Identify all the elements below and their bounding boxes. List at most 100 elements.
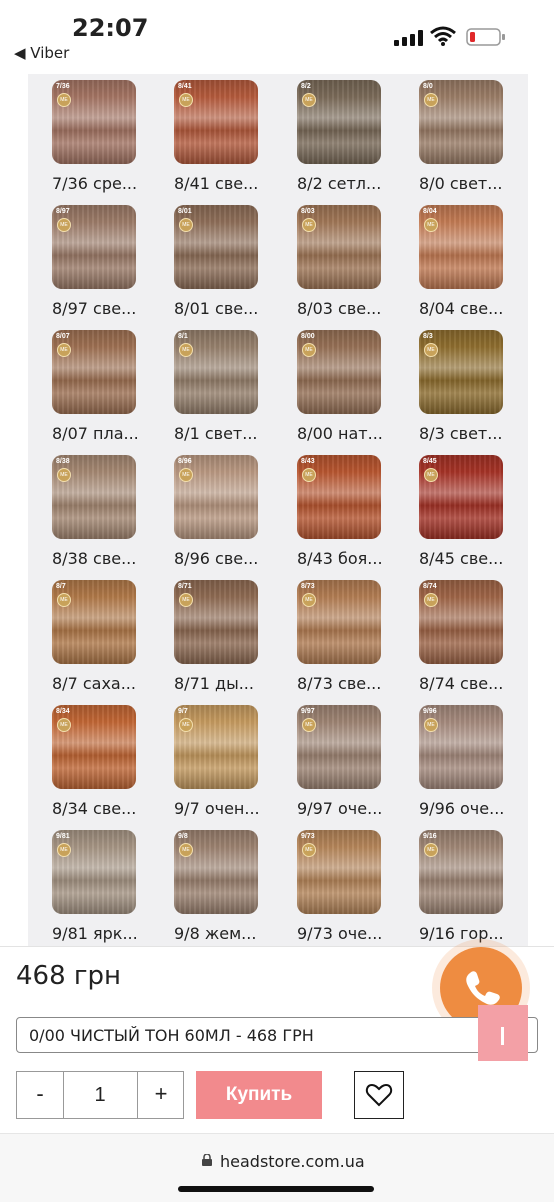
- shade-swatch-image[interactable]: 8/3 ME: [419, 330, 503, 414]
- shade-swatch-image[interactable]: 9/96 ME: [419, 705, 503, 789]
- shade-label[interactable]: 8/74 све...: [419, 674, 528, 693]
- shade-swatch-image[interactable]: 9/97 ME: [297, 705, 381, 789]
- shade-item[interactable]: 8/96 ME 8/96 све...: [150, 449, 260, 569]
- shade-label[interactable]: 8/0 свет...: [419, 174, 528, 193]
- shade-label[interactable]: 8/45 све...: [419, 549, 528, 568]
- shade-item[interactable]: 9/81 ME 9/81 ярк...: [28, 824, 138, 944]
- shade-item[interactable]: 9/7 ME 9/7 очен...: [150, 699, 260, 819]
- shade-label[interactable]: 8/41 све...: [174, 174, 286, 193]
- shade-label[interactable]: 8/00 нат...: [297, 424, 409, 443]
- quantity-input[interactable]: 1: [64, 1072, 136, 1118]
- shade-label[interactable]: 9/16 гор...: [419, 924, 528, 943]
- shade-swatch-image[interactable]: 8/07 ME: [52, 330, 136, 414]
- shade-label[interactable]: 7/36 сре...: [52, 174, 164, 193]
- shade-label[interactable]: 8/3 свет...: [419, 424, 528, 443]
- shade-swatch-image[interactable]: 8/0 ME: [419, 80, 503, 164]
- shade-item[interactable]: 9/97 ME 9/97 оче...: [273, 699, 383, 819]
- shade-swatch-image[interactable]: 8/38 ME: [52, 455, 136, 539]
- brand-badge-icon: ME: [57, 718, 71, 732]
- shade-label[interactable]: 8/71 ды...: [174, 674, 286, 693]
- back-to-viber-link[interactable]: ◀ Viber: [14, 44, 69, 62]
- shade-item[interactable]: 9/8 ME 9/8 жем...: [150, 824, 260, 944]
- wishlist-button[interactable]: [354, 1071, 404, 1119]
- shade-label[interactable]: 8/43 боя...: [297, 549, 409, 568]
- shade-item[interactable]: 8/97 ME 8/97 све...: [28, 199, 138, 319]
- shade-item[interactable]: 8/45 ME 8/45 све...: [395, 449, 505, 569]
- shade-item[interactable]: 8/34 ME 8/34 све...: [28, 699, 138, 819]
- shade-item[interactable]: 8/74 ME 8/74 све...: [395, 574, 505, 694]
- shade-swatch-image[interactable]: 8/41 ME: [174, 80, 258, 164]
- shade-item[interactable]: 8/0 ME 8/0 свет...: [395, 74, 505, 194]
- browser-address-bar[interactable]: headstore.com.ua: [0, 1133, 554, 1202]
- shade-label[interactable]: 8/7 саха...: [52, 674, 164, 693]
- shade-label[interactable]: 8/97 све...: [52, 299, 164, 318]
- shade-label[interactable]: 8/73 све...: [297, 674, 409, 693]
- shade-item[interactable]: 8/2 ME 8/2 сетл...: [273, 74, 383, 194]
- increase-quantity-button[interactable]: +: [137, 1072, 184, 1118]
- shade-label[interactable]: 8/96 све...: [174, 549, 286, 568]
- scroll-to-top-button[interactable]: [478, 1005, 528, 1061]
- shade-swatch-image[interactable]: 8/03 ME: [297, 205, 381, 289]
- shade-code-tag: 8/07: [56, 333, 70, 340]
- shade-item[interactable]: 8/04 ME 8/04 све...: [395, 199, 505, 319]
- shade-swatch-image[interactable]: 9/7 ME: [174, 705, 258, 789]
- shade-item[interactable]: 8/3 ME 8/3 свет...: [395, 324, 505, 444]
- shade-item[interactable]: 8/03 ME 8/03 све...: [273, 199, 383, 319]
- shade-swatch-image[interactable]: 8/45 ME: [419, 455, 503, 539]
- shade-label[interactable]: 9/8 жем...: [174, 924, 286, 943]
- brand-badge-icon: ME: [424, 593, 438, 607]
- shade-swatch-image[interactable]: 9/8 ME: [174, 830, 258, 914]
- decrease-quantity-button[interactable]: -: [17, 1072, 64, 1118]
- shade-label[interactable]: 9/7 очен...: [174, 799, 286, 818]
- shade-item[interactable]: 8/00 ME 8/00 нат...: [273, 324, 383, 444]
- shade-label[interactable]: 8/01 све...: [174, 299, 286, 318]
- shade-swatch-image[interactable]: 7/36 ME: [52, 80, 136, 164]
- shade-item[interactable]: 8/71 ME 8/71 ды...: [150, 574, 260, 694]
- shade-item[interactable]: 8/1 ME 8/1 свет...: [150, 324, 260, 444]
- shade-label[interactable]: 9/97 оче...: [297, 799, 409, 818]
- shade-label[interactable]: 8/2 сетл...: [297, 174, 409, 193]
- home-indicator: [178, 1186, 374, 1192]
- shade-label[interactable]: 8/04 све...: [419, 299, 528, 318]
- shade-swatch-image[interactable]: 9/81 ME: [52, 830, 136, 914]
- shade-item[interactable]: 8/7 ME 8/7 саха...: [28, 574, 138, 694]
- shade-swatch-image[interactable]: 8/97 ME: [52, 205, 136, 289]
- shade-swatch-image[interactable]: 8/71 ME: [174, 580, 258, 664]
- brand-badge-icon: ME: [424, 343, 438, 357]
- shade-item[interactable]: 8/43 ME 8/43 боя...: [273, 449, 383, 569]
- shade-swatch-image[interactable]: 8/7 ME: [52, 580, 136, 664]
- shade-item[interactable]: 8/07 ME 8/07 пла...: [28, 324, 139, 444]
- shade-swatch-image[interactable]: 8/34 ME: [52, 705, 136, 789]
- shade-label[interactable]: 8/03 све...: [297, 299, 409, 318]
- shade-swatch-image[interactable]: 8/01 ME: [174, 205, 258, 289]
- shade-label[interactable]: 9/73 оче...: [297, 924, 409, 943]
- shade-swatch-image[interactable]: 8/73 ME: [297, 580, 381, 664]
- shade-swatch-image[interactable]: 8/74 ME: [419, 580, 503, 664]
- shade-label[interactable]: 9/96 оче...: [419, 799, 528, 818]
- shade-label[interactable]: 8/1 свет...: [174, 424, 286, 443]
- buy-button[interactable]: Купить: [196, 1071, 322, 1119]
- shade-swatch-image[interactable]: 9/73 ME: [297, 830, 381, 914]
- shade-item[interactable]: 9/16 ME 9/16 гор...: [395, 824, 505, 944]
- shade-item[interactable]: 7/36 ME 7/36 сре...: [28, 74, 138, 194]
- shade-label[interactable]: 8/38 све...: [52, 549, 164, 568]
- variant-select[interactable]: 0/00 ЧИСТЫЙ ТОН 60МЛ - 468 ГРН: [16, 1017, 538, 1053]
- shade-item[interactable]: 9/73 ME 9/73 оче...: [273, 824, 383, 944]
- shade-label[interactable]: 8/07 пла...: [52, 424, 164, 443]
- shade-swatch-image[interactable]: 8/1 ME: [174, 330, 258, 414]
- shade-swatch-image[interactable]: 8/43 ME: [297, 455, 381, 539]
- shade-label[interactable]: 9/81 ярк...: [52, 924, 164, 943]
- shade-swatch-image[interactable]: 8/96 ME: [174, 455, 258, 539]
- shade-item[interactable]: 8/41 ME 8/41 све...: [150, 74, 260, 194]
- shade-code-tag: 8/74: [423, 583, 437, 590]
- brand-badge-icon: ME: [302, 218, 316, 232]
- shade-item[interactable]: 8/38 ME 8/38 све...: [28, 449, 138, 569]
- shade-label[interactable]: 8/34 све...: [52, 799, 164, 818]
- shade-swatch-image[interactable]: 8/04 ME: [419, 205, 503, 289]
- shade-item[interactable]: 8/01 ME 8/01 све...: [150, 199, 260, 319]
- shade-swatch-image[interactable]: 9/16 ME: [419, 830, 503, 914]
- shade-item[interactable]: 8/73 ME 8/73 све...: [273, 574, 383, 694]
- shade-item[interactable]: 9/96 ME 9/96 оче...: [395, 699, 505, 819]
- shade-swatch-image[interactable]: 8/2 ME: [297, 80, 381, 164]
- shade-swatch-image[interactable]: 8/00 ME: [297, 330, 381, 414]
